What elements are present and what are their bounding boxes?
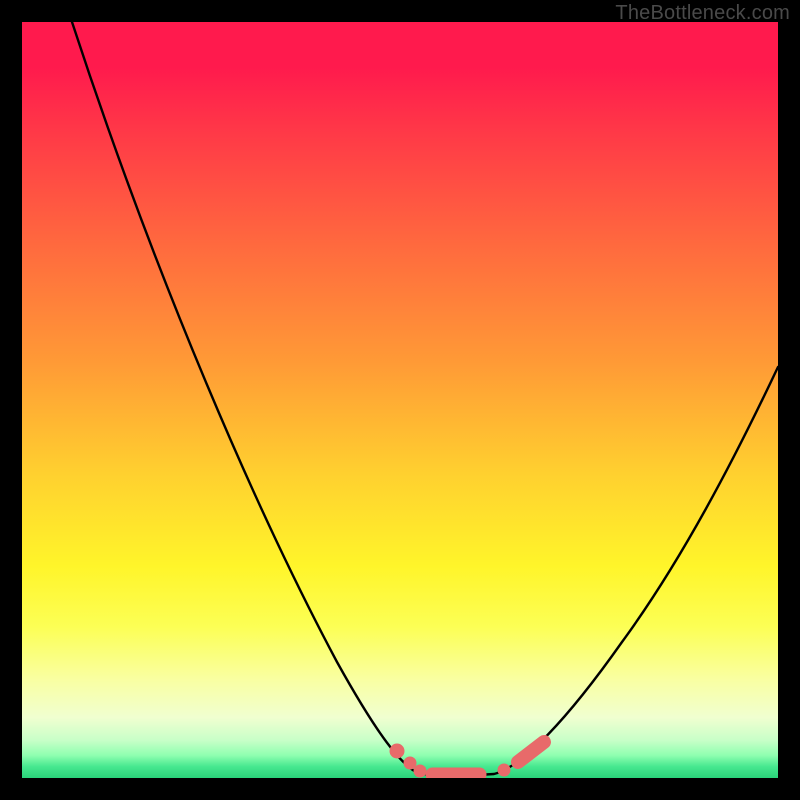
marker-dot <box>498 764 510 776</box>
watermark-text: TheBottleneck.com <box>615 2 790 25</box>
valley-markers <box>390 742 544 778</box>
marker-pill-right <box>518 742 544 762</box>
bottleneck-curve <box>72 22 778 775</box>
chart-frame: TheBottleneck.com <box>0 0 800 800</box>
bottleneck-curve-svg <box>22 22 778 778</box>
marker-dot <box>414 765 426 777</box>
marker-dot <box>390 744 404 758</box>
marker-dot <box>404 757 416 769</box>
marker-pill <box>426 768 486 778</box>
plot-area <box>22 22 778 778</box>
